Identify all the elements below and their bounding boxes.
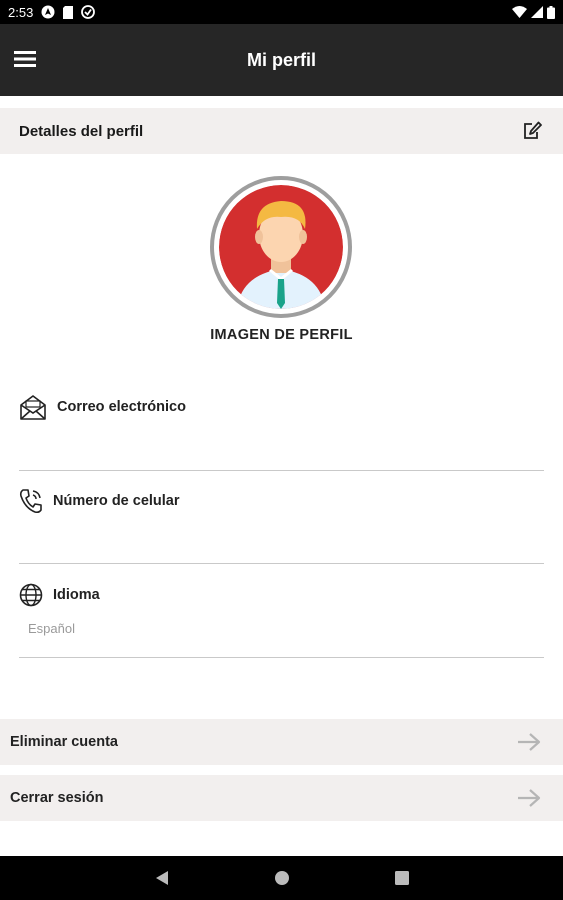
phone-icon <box>19 489 42 514</box>
email-label: Correo electrónico <box>57 399 186 415</box>
app-bar: Mi perfil <box>0 24 563 96</box>
recents-icon[interactable] <box>390 866 414 890</box>
phone-field: Número de celular <box>19 488 544 564</box>
android-auto-icon <box>41 5 55 19</box>
globe-icon <box>19 583 43 607</box>
language-field-head: Idioma <box>19 583 544 607</box>
email-field-head: Correo electrónico <box>19 393 544 421</box>
sd-card-icon <box>63 5 74 19</box>
avatar-label: IMAGEN DE PERFIL <box>210 327 353 343</box>
arrow-right-icon <box>517 732 541 752</box>
status-left: 2:53 <box>8 4 96 20</box>
signal-icon <box>531 6 543 18</box>
back-icon[interactable] <box>150 866 174 890</box>
edit-icon[interactable] <box>520 119 544 143</box>
email-field: Correo electrónico <box>19 393 544 471</box>
vpn-icon <box>81 5 96 19</box>
logout-label: Cerrar sesión <box>10 790 104 806</box>
status-right <box>512 5 555 19</box>
language-select[interactable]: Español <box>19 621 544 651</box>
battery-icon <box>547 5 555 19</box>
arrow-right-icon <box>517 788 541 808</box>
page-title: Mi perfil <box>246 49 316 70</box>
hamburger-menu-icon[interactable] <box>12 46 38 72</box>
delete-account-button[interactable]: Eliminar cuenta <box>0 719 563 765</box>
section-title: Detalles del perfil <box>19 122 144 140</box>
avatar-tie <box>277 279 285 309</box>
email-input[interactable] <box>19 435 544 465</box>
system-nav-bar <box>0 856 563 900</box>
status-time: 2:53 <box>8 4 34 20</box>
phone-input[interactable] <box>19 528 544 558</box>
status-bar: 2:53 <box>0 0 563 24</box>
phone-label: Número de celular <box>53 493 180 509</box>
language-label: Idioma <box>53 587 100 603</box>
logout-button[interactable]: Cerrar sesión <box>0 775 563 821</box>
profile-avatar[interactable] <box>210 176 352 318</box>
home-icon[interactable] <box>270 866 294 890</box>
language-value: Español <box>28 621 75 636</box>
avatar-image <box>219 185 343 309</box>
profile-details-header: Detalles del perfil <box>0 108 563 154</box>
email-icon <box>20 395 46 420</box>
delete-account-label: Eliminar cuenta <box>10 734 118 750</box>
language-field: Idioma Español <box>19 583 544 658</box>
phone-field-head: Número de celular <box>19 488 544 514</box>
wifi-icon <box>512 6 527 18</box>
status-icons-left <box>41 5 96 19</box>
